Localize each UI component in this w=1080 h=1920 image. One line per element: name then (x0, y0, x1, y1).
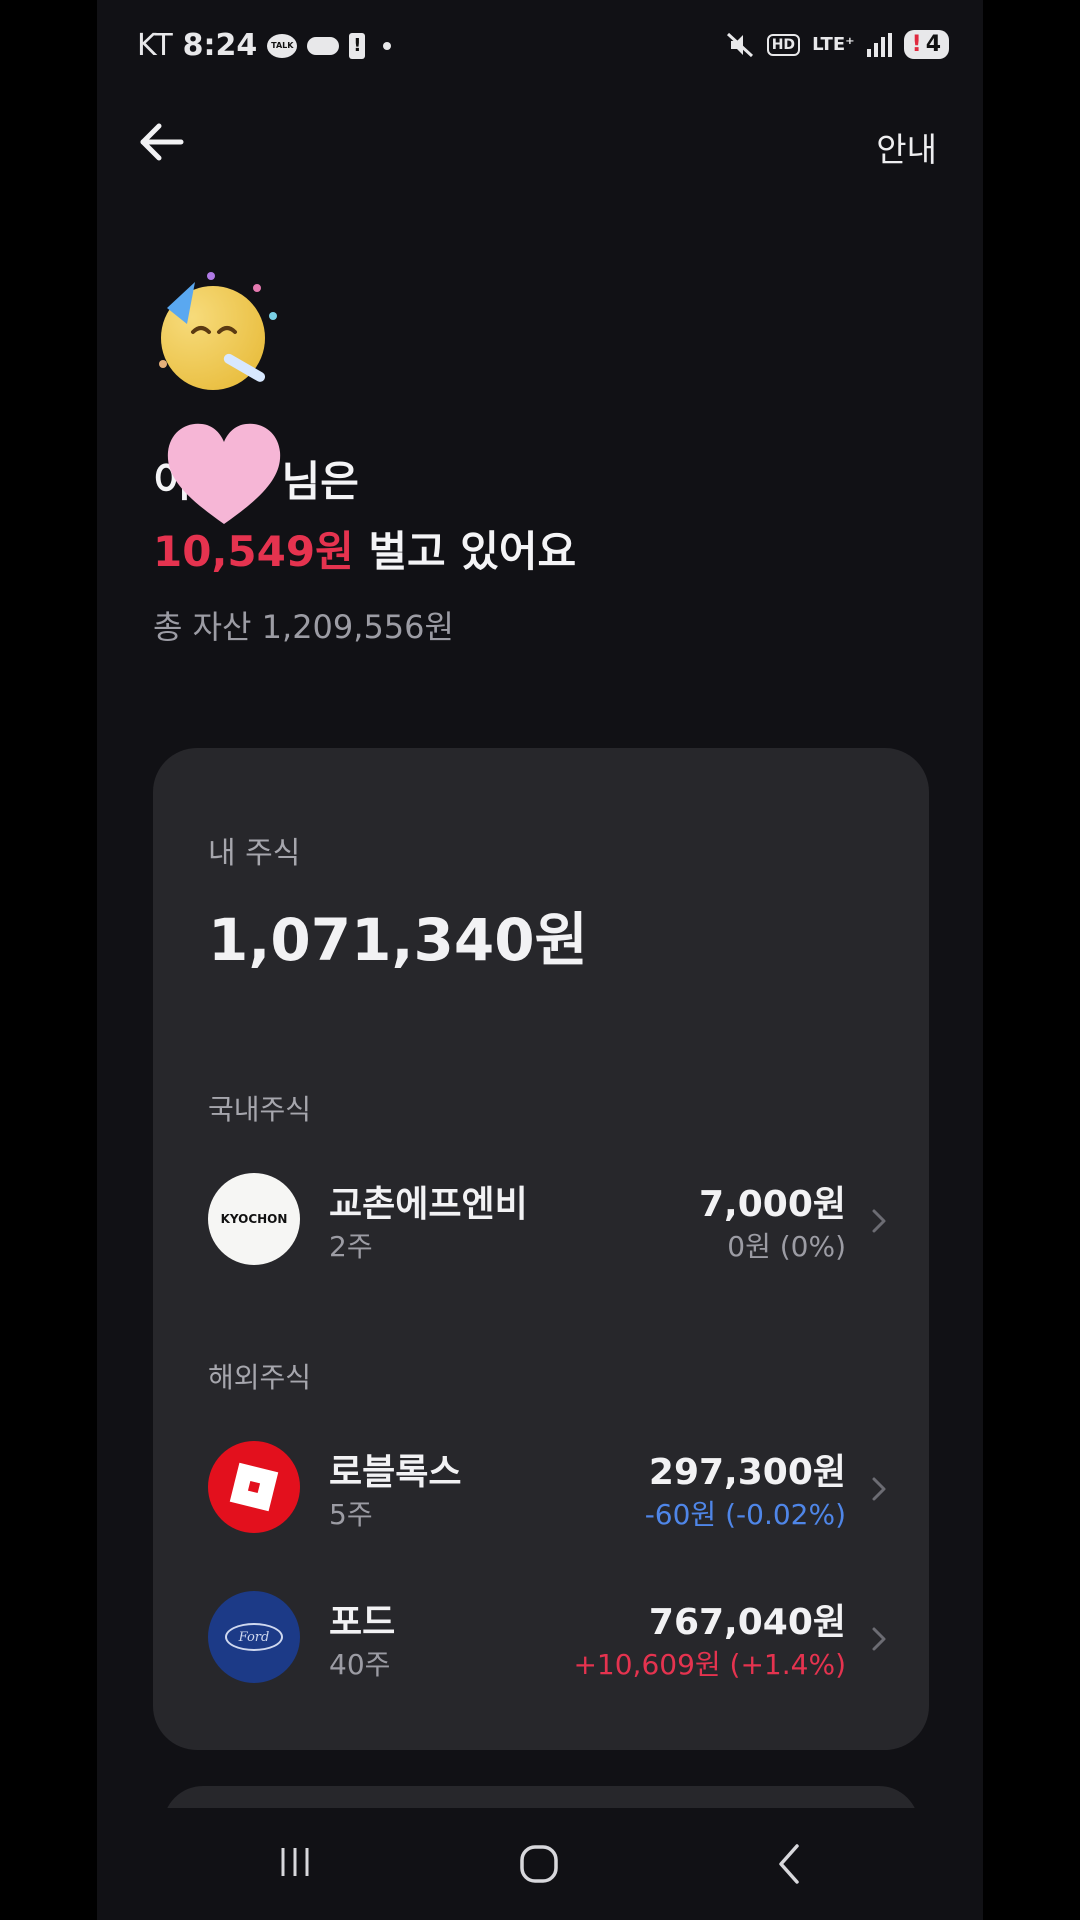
battery-level: 4 (925, 32, 941, 57)
system-back-icon[interactable] (773, 1842, 805, 1886)
my-stocks-card: 내 주식 1,071,340원 국내주식 KYOCHON 교촌에프엔비 2주 7… (153, 748, 929, 1750)
stock-change: +10,609원 (+1.4%) (573, 1648, 846, 1681)
chevron-right-icon (872, 1477, 886, 1501)
my-stocks-total: 1,071,340원 (208, 906, 588, 974)
signal-icon (866, 32, 892, 57)
stock-value: 7,000원 (699, 1184, 846, 1225)
status-bar: KT 8:24 TALK ! HD LTE⁺ ! 4 (97, 22, 983, 70)
mute-icon (726, 32, 753, 57)
battery-alert-icon: ! (911, 32, 922, 57)
heart-sticker-icon (167, 423, 281, 524)
stock-name: 교촌에프엔비 (329, 1184, 528, 1225)
stock-name: 포드 (329, 1602, 396, 1643)
back-arrow-icon[interactable] (137, 118, 185, 166)
stock-shares: 5주 (329, 1498, 373, 1531)
chevron-right-icon (872, 1627, 886, 1651)
carrier-label: KT (137, 28, 173, 63)
hd-voice-icon: HD (766, 33, 801, 56)
home-icon[interactable] (517, 1842, 561, 1886)
stock-value: 767,040원 (648, 1602, 846, 1643)
earning-headline: 10,549원 벌고 있어요 (153, 518, 576, 579)
ford-logo-text: Ford (238, 1629, 270, 1645)
overseas-section-label: 해외주식 (208, 1361, 312, 1394)
total-assets: 총 자산 1,209,556원 (153, 608, 454, 646)
more-notifications-icon (383, 41, 392, 50)
roblox-logo (208, 1441, 300, 1533)
chevron-right-icon (872, 1209, 886, 1233)
kakaotalk-icon: TALK (267, 33, 298, 58)
stock-shares: 2주 (329, 1230, 373, 1263)
stock-change: 0원 (0%) (727, 1230, 846, 1263)
recent-apps-icon[interactable] (275, 1842, 315, 1882)
clock: 8:24 (182, 28, 258, 63)
domestic-section-label: 국내주식 (208, 1093, 312, 1126)
cloud-icon (307, 36, 340, 55)
kyochon-logo: KYOCHON (208, 1173, 300, 1265)
stock-shares: 40주 (329, 1648, 391, 1681)
earning-suffix: 벌고 있어요 (353, 527, 577, 576)
stock-row-roblox[interactable]: 로블록스 5주 297,300원 -60원 (-0.02%) (208, 1441, 888, 1537)
phone-screen: KT 8:24 TALK ! HD LTE⁺ ! 4 안내 이 님은 10,54… (97, 0, 983, 1920)
stock-name: 로블록스 (329, 1452, 462, 1493)
kyochon-logo-text: KYOCHON (220, 1212, 288, 1226)
greeting-suffix: 님은 (281, 457, 359, 506)
stock-row-ford[interactable]: Ford 포드 40주 767,040원 +10,609원 (+1.4%) (208, 1591, 888, 1687)
party-face-icon (159, 272, 277, 390)
stock-row-kyochon[interactable]: KYOCHON 교촌에프엔비 2주 7,000원 0원 (0%) (208, 1173, 888, 1269)
stock-value: 297,300원 (648, 1452, 846, 1493)
info-button[interactable]: 안내 (876, 123, 937, 171)
earning-amount: 10,549원 (153, 527, 354, 576)
stock-change: -60원 (-0.02%) (644, 1498, 846, 1531)
battery-warning-icon: ! (349, 32, 366, 59)
battery-indicator: ! 4 (903, 30, 949, 59)
my-stocks-label: 내 주식 (208, 836, 301, 871)
ford-logo: Ford (208, 1591, 300, 1683)
lte-icon: LTE⁺ (812, 33, 855, 55)
system-nav-bar (97, 1808, 983, 1920)
